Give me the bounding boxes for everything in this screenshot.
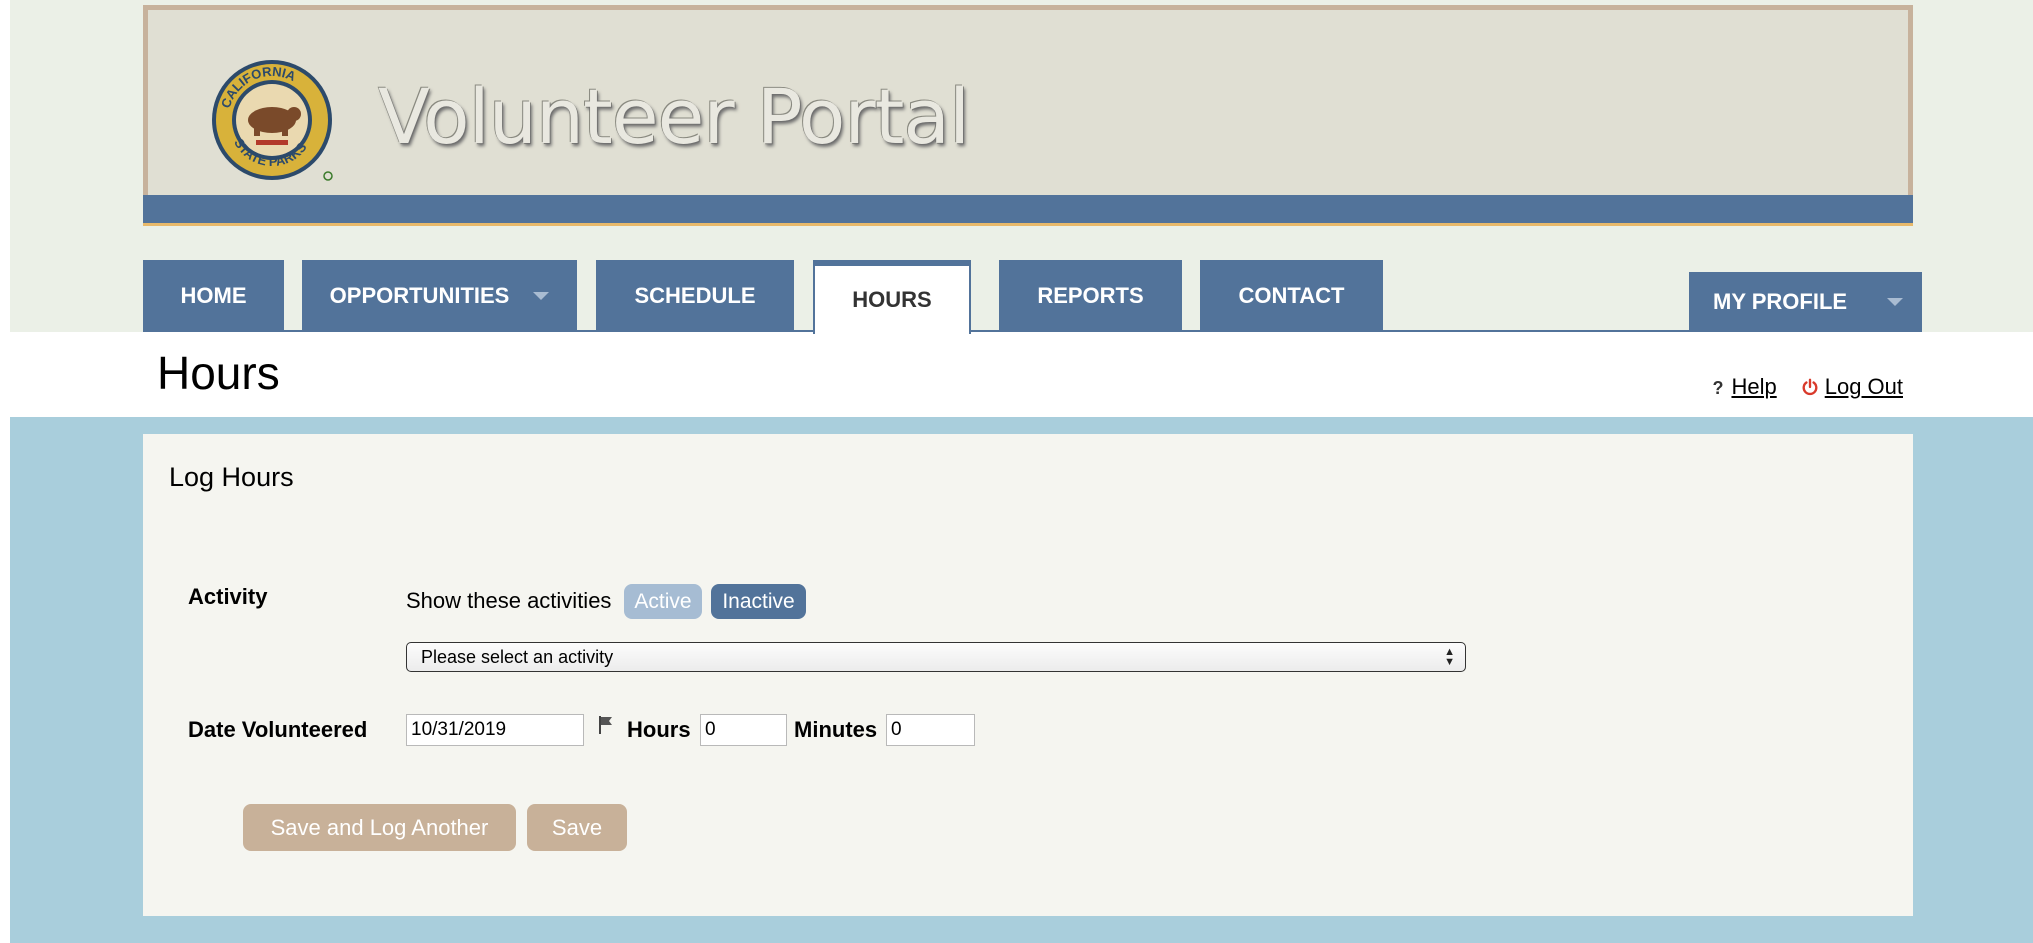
- hours-field[interactable]: 0: [700, 714, 787, 746]
- tab-home-label: HOME: [180, 283, 247, 308]
- power-icon: [1802, 378, 1818, 396]
- save-and-log-another-button[interactable]: Save and Log Another: [243, 804, 516, 851]
- tab-reports-label: REPORTS: [1037, 283, 1144, 308]
- tab-my-profile[interactable]: MY PROFILE: [1689, 272, 1922, 332]
- chevron-down-icon: [1887, 298, 1904, 306]
- logout-link-group: Log Out: [1801, 374, 1903, 400]
- select-arrows-icon: ▲ ▼: [1444, 646, 1455, 668]
- card-title: Log Hours: [169, 462, 294, 492]
- banner-stripe: [143, 223, 1913, 226]
- logout-link[interactable]: Log Out: [1825, 374, 1903, 399]
- tab-opportunities[interactable]: OPPORTUNITIES: [302, 260, 577, 332]
- date-label: Date Volunteered: [188, 717, 368, 742]
- utility-links: ? Help Log Out: [1712, 374, 1903, 400]
- minutes-field[interactable]: 0: [886, 714, 975, 746]
- activity-select[interactable]: Please select an activity ▲ ▼: [406, 642, 1466, 672]
- tab-contact-label: CONTACT: [1238, 283, 1345, 308]
- help-link-group: ? Help: [1712, 374, 1776, 400]
- page: CALIFORNIA STATE PARKS Volunteer Portal …: [10, 0, 2033, 943]
- minutes-label: Minutes: [794, 717, 878, 742]
- active-filter-button[interactable]: Active: [624, 584, 702, 619]
- tab-hours[interactable]: HOURS: [813, 260, 971, 334]
- banner-bar: [143, 195, 1913, 223]
- save-button[interactable]: Save: [527, 804, 627, 851]
- date-field[interactable]: 10/31/2019: [406, 714, 584, 746]
- site-title: Volunteer Portal: [378, 72, 970, 161]
- tab-schedule-label: SCHEDULE: [634, 283, 756, 308]
- tab-home[interactable]: HOME: [143, 260, 284, 332]
- help-icon: ?: [1712, 378, 1724, 398]
- banner-panel: CALIFORNIA STATE PARKS Volunteer Portal: [143, 5, 1913, 195]
- inactive-filter-button[interactable]: Inactive: [711, 584, 806, 619]
- flag-icon[interactable]: [598, 715, 614, 735]
- show-activities-text: Show these activities: [406, 588, 612, 613]
- tab-my-profile-label: MY PROFILE: [1713, 289, 1848, 314]
- activity-label: Activity: [188, 584, 268, 609]
- page-title: Hours: [157, 347, 280, 399]
- chevron-down-icon: [533, 292, 550, 300]
- help-link[interactable]: Help: [1731, 374, 1776, 399]
- main-nav: HOME OPPORTUNITIES SCHEDULE HOURS REPORT…: [143, 260, 1922, 334]
- tab-opportunities-label: OPPORTUNITIES: [329, 283, 510, 308]
- tab-schedule[interactable]: SCHEDULE: [596, 260, 794, 332]
- tab-hours-label: HOURS: [852, 287, 932, 312]
- log-hours-card: Log Hours Activity Show these activities…: [143, 434, 1913, 916]
- tab-reports[interactable]: REPORTS: [999, 260, 1182, 332]
- site-banner: CALIFORNIA STATE PARKS Volunteer Portal: [143, 5, 1913, 226]
- activity-select-value: Please select an activity: [421, 646, 614, 667]
- hours-label: Hours: [627, 717, 691, 742]
- tab-contact[interactable]: CONTACT: [1200, 260, 1383, 332]
- california-state-parks-logo: CALIFORNIA STATE PARKS: [212, 60, 333, 181]
